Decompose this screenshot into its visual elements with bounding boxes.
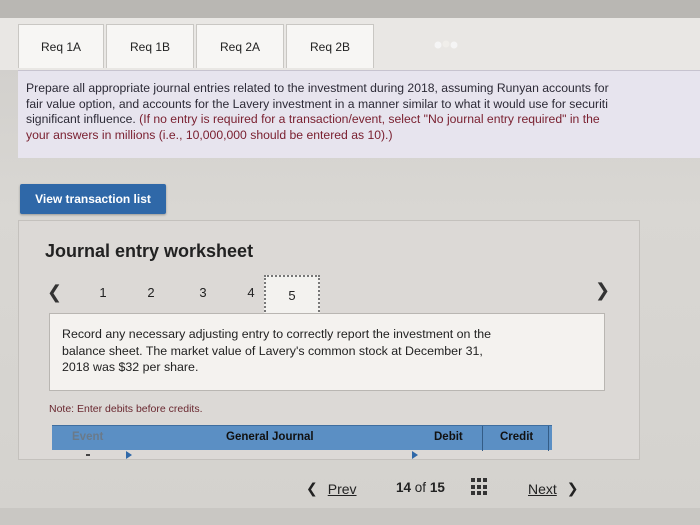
requirement-instructions: Prepare all appropriate journal entries … (18, 70, 700, 158)
instructions-line-2: fair value option, and accounts for the … (26, 96, 608, 111)
row-event-dash (86, 454, 90, 456)
column-divider (548, 426, 549, 451)
worksheet-prev-arrow-icon[interactable]: ❮ (47, 282, 62, 303)
page-of-label: of (414, 480, 427, 495)
instructions-line-3b: (If no entry is required for a transacti… (139, 112, 600, 126)
column-debit: Debit (434, 431, 463, 443)
instructions-line-1: Prepare all appropriate journal entries … (26, 81, 609, 95)
tab-req-1b[interactable]: Req 1B (106, 24, 194, 68)
page-total: 15 (429, 480, 445, 495)
next-question-button[interactable]: Next ❯ (528, 480, 579, 497)
journal-table-header: Event General Journal Debit Credit (52, 425, 552, 451)
instructions-line-3: significant influence. (If no entry is r… (26, 112, 700, 128)
worksheet-step-3[interactable]: 3 (193, 285, 213, 300)
record-instruction-box: Record any necessary adjusting entry to … (49, 313, 605, 391)
instructions-line-4: your answers in millions (i.e., 10,000,0… (26, 127, 393, 142)
worksheet-step-4[interactable]: 4 (241, 285, 261, 300)
view-transaction-list-button[interactable]: View transaction list (20, 184, 166, 214)
instructions-line-3a: significant influence. (26, 112, 140, 126)
worksheet-step-2[interactable]: 2 (141, 285, 161, 300)
record-text-line-2: balance sheet. The market value of Laver… (62, 343, 483, 358)
page-current: 14 (396, 480, 412, 495)
bottom-strip (0, 508, 700, 525)
prev-question-button[interactable]: ❮ Prev (306, 480, 357, 497)
column-credit: Credit (500, 431, 534, 443)
debits-before-credits-note: Note: Enter debits before credits. (49, 403, 203, 415)
worksheet-step-5-active[interactable]: 5 (264, 275, 320, 315)
worksheet-step-1[interactable]: 1 (93, 285, 113, 300)
page-counter: 14 of 15 (396, 480, 445, 495)
chevron-right-icon: ❯ (566, 480, 579, 496)
tab-req-1a[interactable]: Req 1A (18, 24, 104, 68)
browser-top-strip (0, 0, 700, 18)
chevron-left-icon: ❮ (306, 480, 318, 496)
column-general-journal: General Journal (226, 431, 314, 443)
dropdown-marker-icon[interactable] (126, 451, 132, 459)
tab-req-2a[interactable]: Req 2A (196, 24, 284, 68)
next-label: Next (528, 480, 557, 497)
journal-entry-worksheet: Journal entry worksheet ❮ 1 2 3 4 5 ❯ Re… (18, 220, 640, 460)
blurred-dots-icon (434, 40, 458, 49)
dropdown-marker-icon[interactable] (412, 451, 418, 459)
record-text-line-1: Record any necessary adjusting entry to … (62, 327, 492, 341)
record-text-line-3: 2018 was $32 per share. (62, 360, 199, 374)
column-divider (482, 426, 483, 451)
prev-label: Prev (327, 480, 357, 497)
question-pager: ❮ Prev 14 of 15 Next ❯ (0, 470, 700, 506)
tab-req-2b[interactable]: Req 2B (286, 24, 374, 68)
worksheet-next-arrow-icon[interactable]: ❯ (595, 280, 610, 301)
question-grid-icon[interactable] (471, 478, 489, 496)
column-event: Event (72, 431, 104, 443)
worksheet-title: Journal entry worksheet (45, 241, 254, 261)
